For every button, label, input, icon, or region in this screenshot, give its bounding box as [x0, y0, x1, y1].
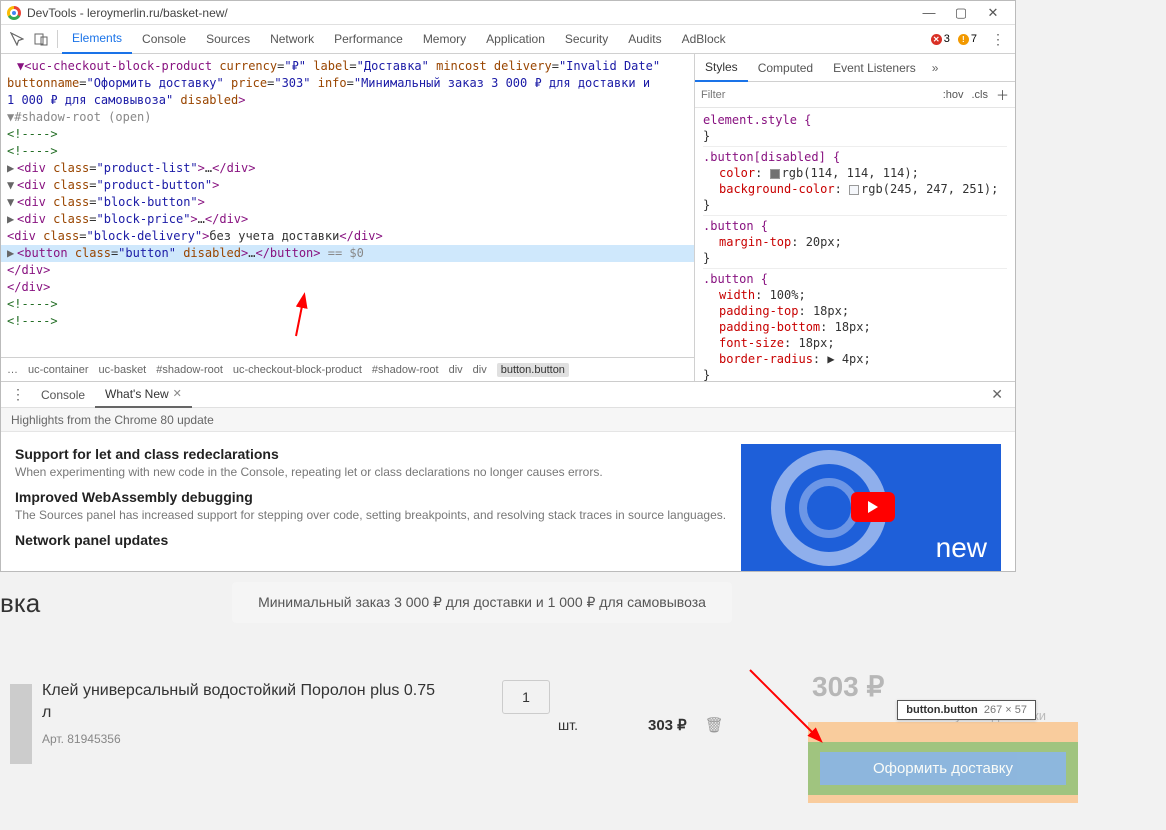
element-inspect-tooltip: button.button 267 × 57 — [897, 700, 1036, 720]
tab-event-listeners[interactable]: Event Listeners — [823, 54, 926, 82]
video-thumbnail[interactable]: new — [741, 444, 1001, 571]
close-icon[interactable]: ✕ — [173, 387, 182, 400]
cls-toggle[interactable]: .cls — [971, 89, 988, 101]
tab-network[interactable]: Network — [260, 25, 324, 54]
window-titlebar: DevTools - leroymerlin.ru/basket-new/ — … — [1, 1, 1015, 25]
page-title-fragment: вка — [0, 588, 40, 619]
drawer-close-icon[interactable]: ✕ — [983, 386, 1011, 403]
close-button[interactable]: ✕ — [977, 5, 1009, 21]
warning-count[interactable]: !7 — [958, 33, 977, 45]
row-price: 303 ₽ — [648, 716, 687, 734]
product-code: Арт. 81945356 — [42, 732, 442, 746]
styles-tabs: Styles Computed Event Listeners » — [695, 54, 1015, 82]
tab-elements[interactable]: Elements — [62, 25, 132, 54]
tab-sources[interactable]: Sources — [196, 25, 260, 54]
tab-security[interactable]: Security — [555, 25, 618, 54]
css-rules-list[interactable]: element.style { } .button[disabled] { co… — [695, 108, 1015, 381]
more-menu-icon[interactable]: ⋮ — [985, 31, 1011, 48]
styles-filter-input[interactable] — [701, 89, 935, 101]
tab-memory[interactable]: Memory — [413, 25, 476, 54]
tab-audits[interactable]: Audits — [618, 25, 671, 54]
devtools-main-tabs: Elements Console Sources Network Perform… — [1, 25, 1015, 54]
quantity-unit: шт. — [558, 717, 578, 733]
highlights-header: Highlights from the Chrome 80 update — [1, 408, 1015, 432]
error-count[interactable]: ✕3 — [931, 33, 950, 45]
tab-application[interactable]: Application — [476, 25, 555, 54]
inspect-element-icon[interactable] — [5, 27, 29, 51]
dom-breadcrumb[interactable]: … uc-container uc-basket #shadow-root uc… — [1, 357, 694, 381]
minimize-button[interactable]: — — [913, 5, 945, 20]
quantity-input[interactable]: 1 — [502, 680, 550, 714]
drawer-tab-whatsnew[interactable]: What's New✕ — [95, 382, 192, 408]
drawer-tab-console[interactable]: Console — [31, 388, 95, 402]
drawer-menu-icon[interactable]: ⋮ — [5, 386, 31, 403]
product-image — [10, 684, 32, 764]
window-title: DevTools - leroymerlin.ru/basket-new/ — [27, 6, 228, 20]
hov-toggle[interactable]: :hov — [943, 89, 964, 101]
devtools-window: DevTools - leroymerlin.ru/basket-new/ — … — [0, 0, 1016, 572]
trash-icon[interactable]: 🗑 — [705, 716, 724, 734]
whats-new-content: Support for let and class redeclarations… — [1, 432, 741, 571]
tab-console[interactable]: Console — [132, 25, 196, 54]
tab-computed[interactable]: Computed — [748, 54, 823, 82]
min-order-notice: Минимальный заказ 3 000 ₽ для доставки и… — [232, 582, 732, 623]
device-toolbar-icon[interactable] — [29, 27, 53, 51]
chrome-icon — [7, 6, 21, 20]
tab-styles[interactable]: Styles — [695, 54, 748, 82]
tab-adblock[interactable]: AdBlock — [672, 25, 736, 54]
dom-tree[interactable]: ▼<uc-checkout-block-product currency="₽"… — [1, 54, 694, 357]
styles-more-icon[interactable]: » — [926, 61, 945, 75]
tab-performance[interactable]: Performance — [324, 25, 413, 54]
maximize-button[interactable]: ▢ — [945, 5, 977, 21]
new-rule-icon[interactable]: ＋ — [996, 85, 1009, 104]
youtube-play-icon[interactable] — [851, 492, 895, 522]
product-name: Клей универсальный водостойкий Поролон p… — [42, 680, 442, 724]
selected-dom-node[interactable]: ▶<button class="button" disabled>…</butt… — [1, 245, 694, 262]
